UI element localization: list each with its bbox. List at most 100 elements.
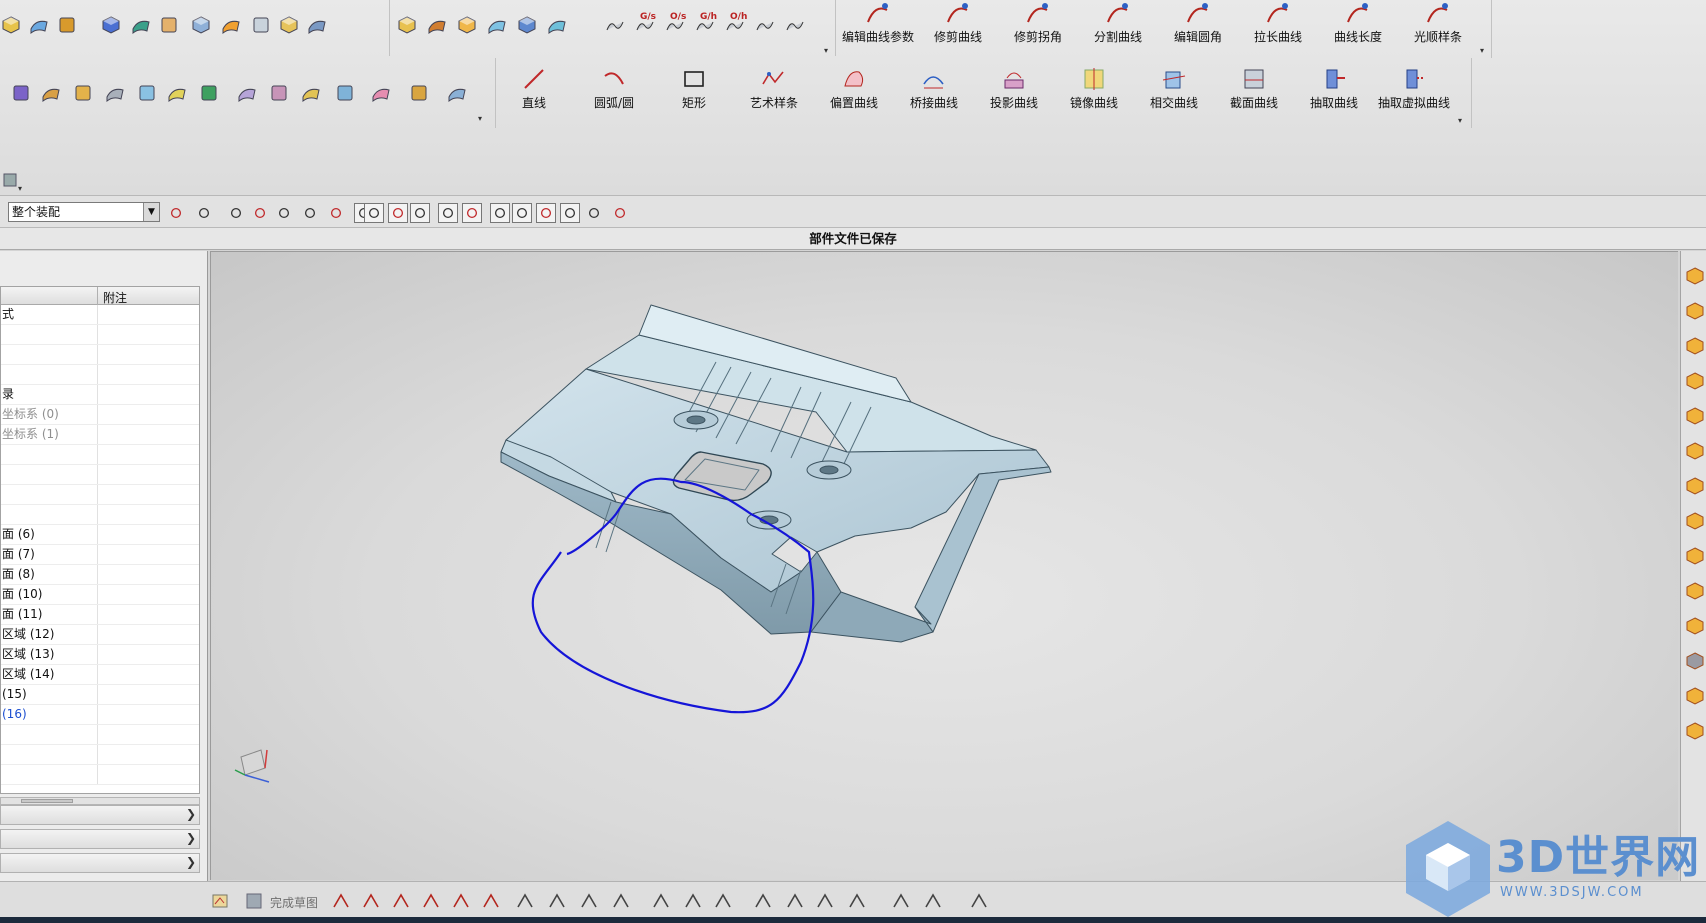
freeform-tool-icon[interactable] <box>136 82 158 104</box>
resource-bar-tab-icon[interactable] <box>1686 547 1704 565</box>
feature-tool-icon[interactable] <box>100 14 122 36</box>
sketch-curve-tool-icon[interactable] <box>814 890 836 912</box>
resource-bar-tab-icon[interactable] <box>1686 372 1704 390</box>
surface-tool-icon[interactable] <box>516 14 538 36</box>
sketch-curve-tool-icon[interactable] <box>922 890 944 912</box>
freeform-tool-icon[interactable] <box>408 82 430 104</box>
table-row[interactable]: 面 (8) <box>1 565 199 585</box>
table-row[interactable]: 面 (7) <box>1 545 199 565</box>
feature-tool-icon[interactable] <box>250 14 272 36</box>
sketch-curve-tool-icon[interactable] <box>450 890 472 912</box>
selection-filter-icon[interactable] <box>364 203 384 223</box>
surface-tool-icon[interactable] <box>456 14 478 36</box>
table-row[interactable]: 区域 (14) <box>1 665 199 685</box>
edit-curve-params-button[interactable]: 编辑曲线参数 <box>840 0 916 52</box>
chevron-down-icon[interactable]: ❯ <box>186 855 196 869</box>
surface-tool-icon[interactable] <box>546 14 568 36</box>
surface-tool-icon[interactable] <box>486 14 508 36</box>
freeform-tool-icon[interactable] <box>104 82 126 104</box>
graphics-viewport[interactable] <box>210 251 1678 880</box>
horizontal-scrollbar[interactable] <box>0 797 200 805</box>
selection-filter-icon[interactable] <box>194 203 214 223</box>
table-row[interactable] <box>1 505 199 525</box>
selection-filter-icon[interactable] <box>300 203 320 223</box>
selection-filter-icon[interactable] <box>584 203 604 223</box>
freeform-tool-icon[interactable] <box>268 82 290 104</box>
selection-filter-icon[interactable] <box>560 203 580 223</box>
stretch-curve-button[interactable]: 拉长曲线 <box>1240 0 1316 52</box>
feature-tool-icon[interactable] <box>306 14 328 36</box>
scroll-thumb[interactable] <box>21 799 73 803</box>
sketch-curve-tool-icon[interactable] <box>682 890 704 912</box>
sketch-curve-tool-icon[interactable] <box>578 890 600 912</box>
smooth-spline-button[interactable]: 光顺样条 <box>1400 0 1476 52</box>
project-curve-button[interactable]: 投影曲线 <box>976 62 1052 118</box>
table-row[interactable]: 区域 (12) <box>1 625 199 645</box>
section-curve-button[interactable]: 截面曲线 <box>1216 62 1292 118</box>
table-row[interactable] <box>1 445 199 465</box>
sketch-icon[interactable] <box>210 890 232 912</box>
table-row[interactable] <box>1 465 199 485</box>
sketch-curve-tool-icon[interactable] <box>514 890 536 912</box>
table-row[interactable]: 面 (6) <box>1 525 199 545</box>
freeform-tool-icon[interactable] <box>40 82 62 104</box>
resource-bar-tab-icon[interactable] <box>1686 442 1704 460</box>
column-header-note[interactable]: 附注 <box>103 289 127 306</box>
resource-bar-tab-icon[interactable] <box>1686 267 1704 285</box>
feature-tool-icon[interactable] <box>56 14 78 36</box>
sketch-curve-tool-icon[interactable] <box>330 890 352 912</box>
table-row[interactable]: 录 <box>1 385 199 405</box>
selection-filter-icon[interactable] <box>274 203 294 223</box>
sketch-curve-tool-icon[interactable] <box>360 890 382 912</box>
feature-tool-icon[interactable] <box>220 14 242 36</box>
table-row[interactable]: 面 (10) <box>1 585 199 605</box>
table-row[interactable] <box>1 745 199 765</box>
selection-filter-icon[interactable] <box>226 203 246 223</box>
details-section-collapsed[interactable]: ❯ <box>0 805 200 825</box>
selection-filter-icon[interactable] <box>166 203 186 223</box>
preview-section-collapsed[interactable]: ❯ <box>0 829 200 849</box>
studio-spline-button[interactable]: 艺术样条 <box>736 62 812 118</box>
table-row[interactable]: 面 (11) <box>1 605 199 625</box>
bridge-curve-button[interactable]: 桥接曲线 <box>896 62 972 118</box>
resource-bar-tab-icon[interactable] <box>1686 512 1704 530</box>
resource-bar-tab-icon[interactable] <box>1686 722 1704 740</box>
table-row[interactable]: (16) <box>1 705 199 725</box>
line-button[interactable]: 直线 <box>496 62 572 118</box>
sketch-curve-tool-icon[interactable] <box>846 890 868 912</box>
feature-tool-icon[interactable] <box>190 14 212 36</box>
selection-filter-icon[interactable] <box>326 203 346 223</box>
extract-curve-button[interactable]: 抽取曲线 <box>1296 62 1372 118</box>
selection-filter-icon[interactable] <box>388 203 408 223</box>
resource-bar-tab-icon[interactable] <box>1686 302 1704 320</box>
chevron-down-icon[interactable]: ❯ <box>186 807 196 821</box>
freeform-tool-icon[interactable] <box>198 82 220 104</box>
sketch-curve-tool-icon[interactable] <box>712 890 734 912</box>
chevron-down-icon[interactable]: ▼ <box>143 203 159 221</box>
table-row[interactable] <box>1 725 199 745</box>
sketch-curve-tool-icon[interactable] <box>968 890 990 912</box>
mirror-curve-button[interactable]: 镜像曲线 <box>1056 62 1132 118</box>
chevron-down-icon[interactable]: ▾ <box>1480 46 1484 55</box>
curve-length-button[interactable]: 曲线长度 <box>1320 0 1396 52</box>
sketch-curve-tool-icon[interactable] <box>890 890 912 912</box>
chevron-down-icon[interactable]: ▾ <box>478 114 482 123</box>
feature-tool-icon[interactable] <box>28 14 50 36</box>
resource-bar-tab-icon[interactable] <box>1686 337 1704 355</box>
selection-filter-icon[interactable] <box>512 203 532 223</box>
dependencies-section-collapsed[interactable]: ❯ <box>0 853 200 873</box>
table-row[interactable]: 区域 (13) <box>1 645 199 665</box>
freeform-tool-icon[interactable] <box>10 82 32 104</box>
resource-bar-tab-icon[interactable] <box>1686 687 1704 705</box>
sketch-curve-tool-icon[interactable] <box>420 890 442 912</box>
trim-corner-button[interactable]: 修剪拐角 <box>1000 0 1076 52</box>
divide-curve-button[interactable]: 分割曲线 <box>1080 0 1156 52</box>
sketch-curve-tool-icon[interactable] <box>480 890 502 912</box>
sheet-metal-part[interactable] <box>500 304 1052 643</box>
table-row[interactable] <box>1 365 199 385</box>
table-row[interactable] <box>1 485 199 505</box>
continuity-tool-icon[interactable] <box>604 14 626 36</box>
finish-sketch-button[interactable]: 完成草图 <box>270 894 318 911</box>
table-row[interactable]: 式 <box>1 305 199 325</box>
selection-scope-dropdown[interactable]: 整个装配 ▼ <box>8 202 160 222</box>
